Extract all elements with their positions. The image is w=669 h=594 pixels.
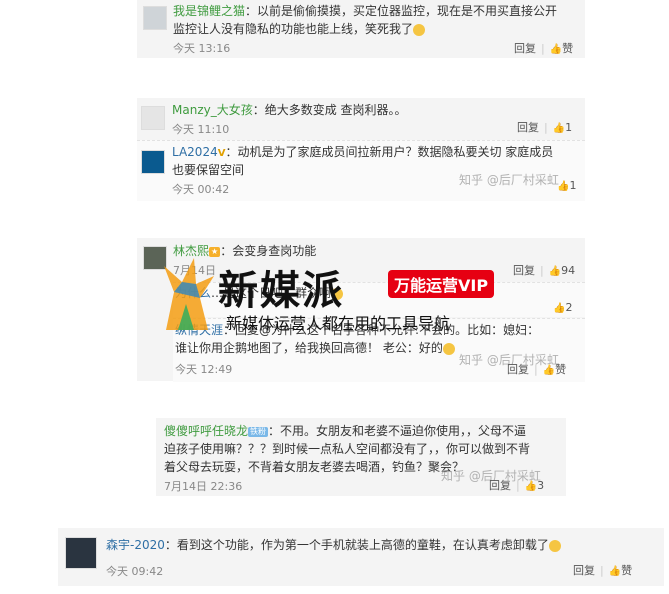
fox-logo-icon <box>164 258 214 330</box>
thumbs-up-icon[interactable]: 👍 <box>525 481 537 492</box>
like-button[interactable]: 赞 <box>555 363 566 376</box>
reply-button[interactable]: 回复 <box>489 479 511 492</box>
comment-time: 今天 13:16 <box>173 42 231 55</box>
comment-text: 不用。女朋友和老婆不逼迫你使用，，父母不逼 <box>280 424 527 438</box>
username[interactable]: 我是锦鲤之猫 <box>173 4 245 18</box>
comment-actions: 回复 | 👍3 <box>489 479 545 492</box>
reply-button[interactable]: 回复 <box>517 121 539 134</box>
username[interactable]: LA2024 <box>172 145 218 159</box>
comment-text: 监控让人没有隐私的功能也能上线，笑死我了 <box>173 22 414 36</box>
comment-text: 着父母去玩耍，不背着女朋友老婆去喝酒，钓鱼？聚会？ <box>164 460 465 474</box>
comment-line: 监控让人没有隐私的功能也能上线，笑死我了 <box>173 20 583 38</box>
like-count: 1 <box>569 179 577 192</box>
comment-text: 看到这个功能，作为第一个手机就装上高德的童鞋，在认真考虑卸载了 <box>176 538 549 552</box>
comment-actions: 回复 | 👍赞 <box>514 42 574 55</box>
comment-card-1: 我是锦鲤之猫：以前是偷偷摸摸，买定位器监控，现在是不用买直接公开 监控让人没有隐… <box>137 0 585 58</box>
username[interactable]: 森宇-2020 <box>106 538 165 552</box>
comment-text: 绝大多数变成 查岗利器。。 <box>264 103 407 117</box>
comment-text: 以前是偷偷摸摸，买定位器监控，现在是不用买直接公开 <box>257 4 558 18</box>
comment-line: 森宇-2020：看到这个功能，作为第一个手机就装上高德的童鞋，在认真考虑卸载了 <box>106 536 662 554</box>
banner-title: 新媒派 <box>218 268 344 314</box>
comment-time: 今天 11:10 <box>172 123 230 136</box>
comment-line: 傻傻呼呼任晓龙 铁粉 ：不用。女朋友和老婆不逼迫你使用，，父母不逼 <box>164 424 527 438</box>
reply-button[interactable]: 回复 <box>514 42 536 55</box>
like-count: 1 <box>565 121 573 134</box>
comment-card-5: 森宇-2020：看到这个功能，作为第一个手机就装上高德的童鞋，在认真考虑卸载了 … <box>58 528 664 586</box>
comment-line: 我是锦鲤之猫：以前是偷偷摸摸，买定位器监控，现在是不用买直接公开 <box>173 4 558 18</box>
comment-actions: 👍2 <box>553 301 572 314</box>
comment-actions: 👍1 <box>557 179 576 192</box>
thumbs-down-emoji-icon <box>413 23 426 36</box>
comment-time: 今天 09:42 <box>106 565 164 578</box>
thumbs-up-icon[interactable]: 👍 <box>550 44 562 55</box>
comment-text: 迫孩子使用嘛？？？到时候一点私人空间都没有了，，你可以做到不背 <box>164 442 531 456</box>
reply-block: LA2024V：动机是为了家庭成员间拉新用户？数据隐私要关切 家庭成员 也要保留… <box>137 140 585 201</box>
like-count: 2 <box>565 301 573 314</box>
comment-actions: 回复 | 👍赞 <box>507 363 567 376</box>
comment-text: 谁让你用企鹅地图了，给我换回高德！ 老公：好的 <box>175 341 443 355</box>
grin-emoji-icon <box>442 342 455 355</box>
thumbs-up-icon[interactable]: 👍 <box>609 566 621 577</box>
promo-banner: 新媒派 万能运营VIP 新媒体运营人都在用的工具导航 <box>160 252 520 333</box>
avatar[interactable] <box>141 150 165 174</box>
thumbs-up-icon[interactable]: 👍 <box>549 266 561 277</box>
comment-line: 迫孩子使用嘛？？？到时候一点私人空间都没有了，，你可以做到不背 <box>164 440 564 458</box>
username[interactable]: 傻傻呼呼任晓龙 <box>164 424 248 438</box>
comment-card-4: 傻傻呼呼任晓龙 铁粉 ：不用。女朋友和老婆不逼迫你使用，，父母不逼 迫孩子使用嘛？？… <box>156 418 566 496</box>
reply-button[interactable]: 回复 <box>507 363 529 376</box>
thumbs-up-icon[interactable]: 👍 <box>557 181 569 192</box>
avatar[interactable] <box>141 106 165 130</box>
comment-text: 动机是为了家庭成员间拉新用户？数据隐私要关切 家庭成员 <box>237 145 554 159</box>
comment-actions: 回复 | 👍赞 <box>573 564 633 577</box>
comment-time: 7月14日 22:36 <box>164 480 243 493</box>
thumbs-up-icon[interactable]: 👍 <box>553 303 565 314</box>
comment-text: 也要保留空间 <box>172 163 245 177</box>
comment-line: 谁让你用企鹅地图了，给我换回高德！ 老公：好的 <box>175 339 455 357</box>
comment-line: LA2024V：动机是为了家庭成员间拉新用户？数据隐私要关切 家庭成员 <box>172 143 582 163</box>
comment-line: 也要保留空间 <box>172 161 244 179</box>
username[interactable]: Manzy_大女孩 <box>172 103 253 117</box>
avatar[interactable] <box>143 6 167 30</box>
watermark: 知乎 @后厂村采虹 <box>459 173 559 187</box>
comment-card-2: Manzy_大女孩：绝大多数变成 查岗利器。。 今天 11:10 回复 | 👍1 L… <box>137 98 585 201</box>
comment-time: 今天 12:49 <box>175 363 233 376</box>
thumbs-up-icon[interactable]: 👍 <box>553 123 565 134</box>
thinking-emoji-icon <box>548 539 561 552</box>
comment-actions: 回复 | 👍1 <box>517 121 573 134</box>
reply-button[interactable]: 回复 <box>573 564 595 577</box>
comment-actions: 回复 | 👍94 <box>513 264 576 277</box>
like-button[interactable]: 赞 <box>621 564 632 577</box>
banner-vip-badge[interactable]: 万能运营VIP <box>388 270 495 298</box>
avatar[interactable] <box>65 537 97 569</box>
comment-time: 今天 00:42 <box>172 183 230 196</box>
like-button[interactable]: 赞 <box>562 42 573 55</box>
comment-line: Manzy_大女孩：绝大多数变成 查岗利器。。 <box>172 103 407 117</box>
like-count: 3 <box>537 479 545 492</box>
like-count: 94 <box>561 264 576 277</box>
banner-subtitle: 新媒体运营人都在用的工具导航 <box>226 314 451 333</box>
thumbs-up-icon[interactable]: 👍 <box>543 365 555 376</box>
fan-badge: 铁粉 <box>248 426 269 437</box>
